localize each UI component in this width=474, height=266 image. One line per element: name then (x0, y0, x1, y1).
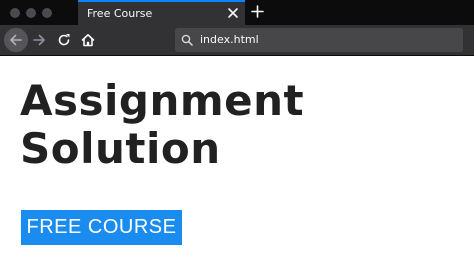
window-minimize-control[interactable] (26, 8, 36, 18)
page-content: Assignment Solution FREE COURSE (0, 56, 474, 266)
plus-icon[interactable] (251, 5, 264, 18)
free-course-button[interactable]: FREE COURSE (21, 210, 182, 245)
tab-free-course[interactable]: Free Course (78, 0, 245, 25)
page-heading: Assignment Solution (20, 77, 304, 173)
url-text[interactable]: index.html (200, 33, 259, 46)
arrow-left-icon (10, 34, 22, 46)
arrow-right-icon[interactable] (32, 33, 46, 47)
home-icon[interactable] (81, 33, 95, 47)
tab-title: Free Course (87, 7, 153, 20)
search-icon (181, 34, 193, 46)
tab-strip: Free Course (0, 0, 474, 25)
reload-icon[interactable] (57, 33, 71, 47)
heading-line-2: Solution (20, 124, 221, 173)
window-zoom-control[interactable] (42, 8, 52, 18)
back-button[interactable] (4, 28, 28, 52)
browser-window: Free Course index.html Assignment Soluti… (0, 0, 474, 266)
navigation-toolbar: index.html (0, 25, 474, 56)
address-bar[interactable]: index.html (175, 28, 463, 52)
window-close-control[interactable] (10, 8, 20, 18)
heading-line-1: Assignment (20, 76, 305, 125)
close-icon[interactable] (227, 7, 239, 19)
